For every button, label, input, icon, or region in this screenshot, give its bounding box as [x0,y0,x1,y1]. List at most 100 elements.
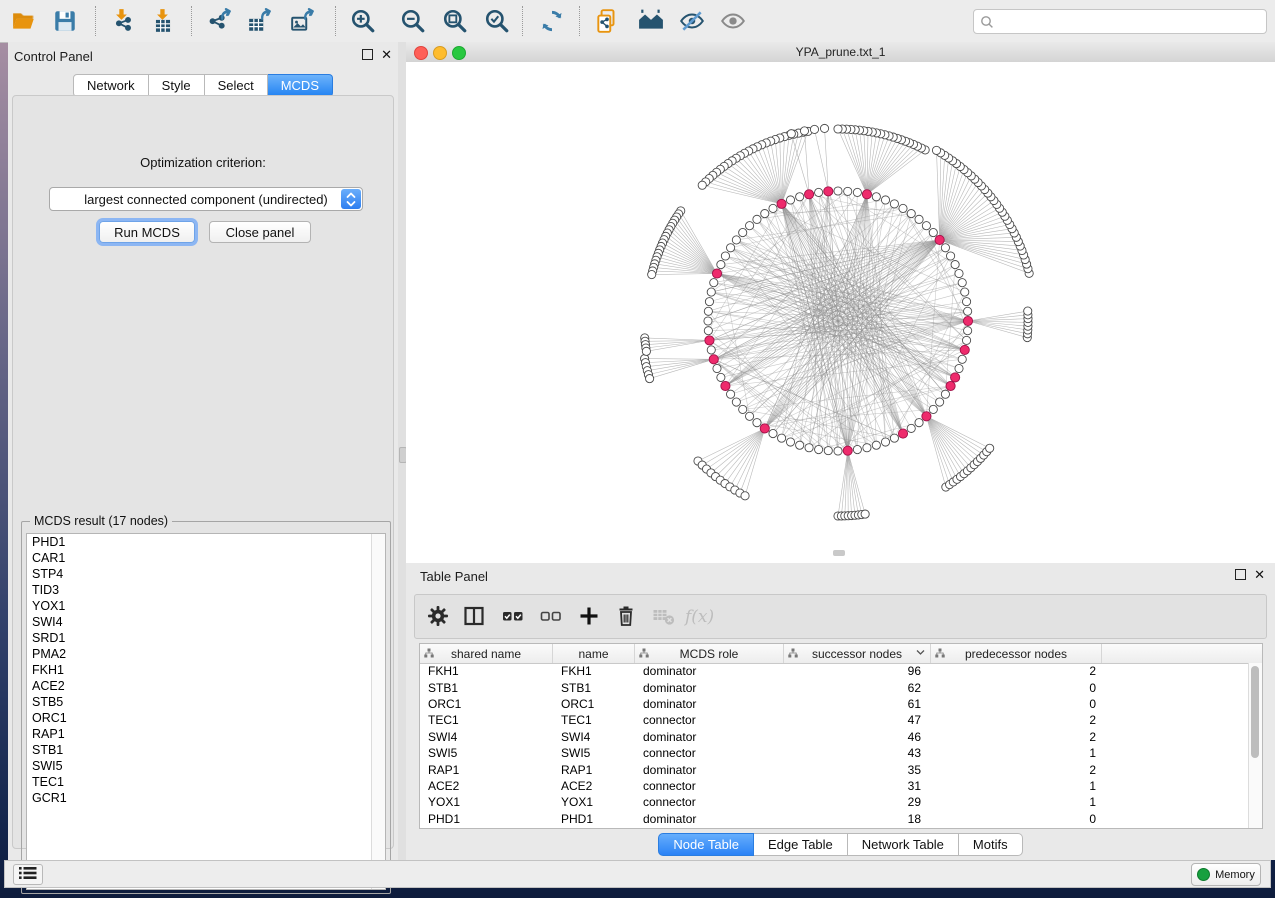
tab-network[interactable]: Network [73,74,149,97]
mcds-result-item[interactable]: PHD1 [27,534,385,550]
cell-predecessors: 1 [931,746,1102,760]
table-row[interactable]: STB1STB1dominator620 [420,679,1249,695]
mcds-result-item[interactable]: STB5 [27,694,385,710]
tab-motifs[interactable]: Motifs [959,833,1023,856]
cell-successors: 35 [784,763,931,777]
function-icon: f(x) [685,607,714,627]
zoom-selected-button[interactable] [481,5,513,37]
memory-button[interactable]: Memory [1191,863,1261,886]
mcds-tab-content: Optimization criterion: largest connecte… [12,95,394,849]
table-row[interactable]: RAP1RAP1dominator352 [420,761,1249,777]
float-panel-icon[interactable] [362,49,373,60]
table-row[interactable]: ACE2ACE2connector311 [420,778,1249,794]
column-header-shared_name[interactable]: shared name [420,644,553,663]
open-file-icon [11,8,37,34]
save-session-icon [52,8,78,34]
table-body[interactable]: FKH1FKH1dominator962STB1STB1dominator620… [420,663,1249,828]
check-all-button[interactable] [500,604,526,630]
zoom-out-button[interactable] [397,5,429,37]
search-box[interactable] [973,9,1267,34]
run-mcds-button[interactable]: Run MCDS [99,221,195,243]
cell-role: dominator [635,697,784,711]
mcds-list-scrollbar[interactable] [371,534,385,889]
uncheck-all-icon [539,604,563,628]
column-header-predecessors[interactable]: predecessor nodes [931,644,1102,663]
table-row[interactable]: SWI5SWI5connector431 [420,745,1249,761]
column-header-role[interactable]: MCDS role [635,644,784,663]
show-graphics-button[interactable] [717,5,749,37]
table-toolbar: f(x) [414,594,1267,639]
zoom-fit-button[interactable] [439,5,471,37]
mcds-result-item[interactable]: ACE2 [27,678,385,694]
home-overview-button[interactable] [635,5,667,37]
cell-name: PHD1 [553,812,635,826]
mcds-result-item[interactable]: STB1 [27,742,385,758]
tab-network-table[interactable]: Network Table [848,833,959,856]
network-titlebar[interactable]: YPA_prune.txt_1 [406,42,1275,63]
table-row[interactable]: YOX1YOX1connector291 [420,794,1249,810]
zoom-in-button[interactable] [347,5,379,37]
table-row[interactable]: SWI4SWI4dominator462 [420,729,1249,745]
mcds-result-item[interactable]: TEC1 [27,774,385,790]
hide-graphics-button[interactable] [676,5,708,37]
mcds-result-item[interactable]: YOX1 [27,598,385,614]
table-close-icon[interactable]: ✕ [1254,569,1265,580]
cell-name: RAP1 [553,763,635,777]
tab-select[interactable]: Select [205,74,268,97]
mcds-result-item[interactable]: TID3 [27,582,385,598]
column-header-successors[interactable]: successor nodes [784,644,931,663]
search-input[interactable] [998,12,1266,31]
import-table-button[interactable] [147,5,179,37]
delete-row-button[interactable] [613,604,639,630]
refresh-layout-button[interactable] [536,5,568,37]
close-panel-button[interactable]: Close panel [209,221,311,243]
mcds-result-item[interactable]: ORC1 [27,710,385,726]
tab-style[interactable]: Style [149,74,205,97]
export-table-button[interactable] [244,5,276,37]
mcds-result-groupbox: MCDS result (17 nodes) PHD1CAR1STP4TID3Y… [21,521,391,894]
mcds-result-item[interactable]: FKH1 [27,662,385,678]
panel-splitter[interactable] [398,42,406,860]
table-row[interactable]: TEC1TEC1connector472 [420,712,1249,728]
import-network-button[interactable] [106,5,138,37]
close-panel-icon[interactable]: ✕ [381,49,392,60]
open-file-button[interactable] [8,5,40,37]
network-graph[interactable] [406,62,1275,563]
add-row-button[interactable] [576,604,602,630]
mcds-result-title: MCDS result (17 nodes) [30,514,172,528]
table-row[interactable]: FKH1FKH1dominator962 [420,663,1249,679]
mcds-result-list[interactable]: PHD1CAR1STP4TID3YOX1SWI4SRD1PMA2FKH1ACE2… [26,533,386,890]
tab-node-table[interactable]: Node Table [658,833,754,856]
export-table-icon [247,8,273,34]
mcds-result-item[interactable]: CAR1 [27,550,385,566]
mcds-result-item[interactable]: STP4 [27,566,385,582]
criterion-select[interactable]: largest connected component (undirected) [49,187,363,211]
tab-mcds[interactable]: MCDS [268,74,333,97]
save-session-button[interactable] [49,5,81,37]
duplicate-network-button[interactable] [591,5,623,37]
table-scrollbar[interactable] [1248,663,1262,828]
table-float-icon[interactable] [1235,569,1246,580]
task-history-button[interactable] [13,864,43,885]
table-row[interactable]: ORC1ORC1dominator610 [420,696,1249,712]
column-type-icon [788,648,798,658]
table-row[interactable]: PHD1PHD1dominator180 [420,811,1249,827]
table-scrollbar-thumb[interactable] [1251,666,1259,758]
columns-button[interactable] [461,604,487,630]
column-header-name[interactable]: name [553,644,635,663]
network-view[interactable] [406,62,1275,563]
uncheck-all-button[interactable] [538,604,564,630]
mcds-result-item[interactable]: SRD1 [27,630,385,646]
cell-name: ACE2 [553,779,635,793]
mcds-result-item[interactable]: GCR1 [27,790,385,806]
tab-edge-table[interactable]: Edge Table [754,833,848,856]
mcds-result-item[interactable]: PMA2 [27,646,385,662]
network-title: YPA_prune.txt_1 [406,45,1275,59]
network-hscroll-thumb[interactable] [833,550,845,556]
export-network-button[interactable] [204,5,236,37]
mcds-result-item[interactable]: RAP1 [27,726,385,742]
gear-button[interactable] [425,604,451,630]
mcds-result-item[interactable]: SWI4 [27,614,385,630]
mcds-result-item[interactable]: SWI5 [27,758,385,774]
export-image-button[interactable] [287,5,319,37]
